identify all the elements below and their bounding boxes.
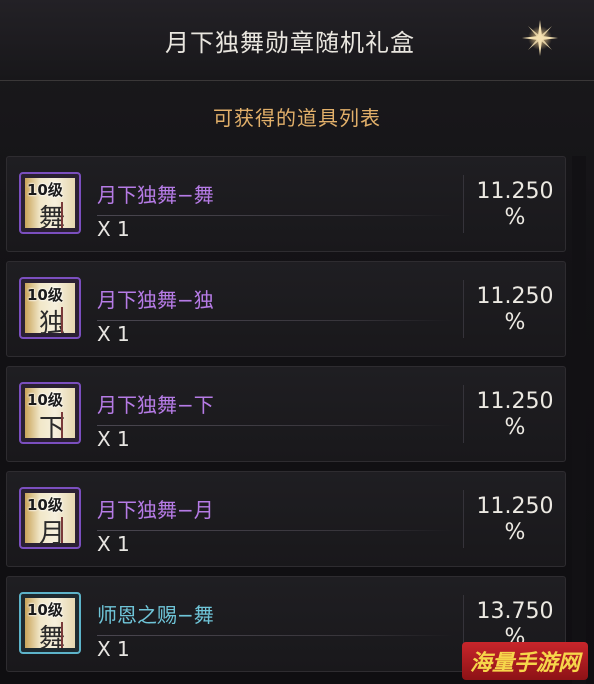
item-name: 师恩之赐−舞 bbox=[97, 603, 214, 627]
item-divider-line bbox=[97, 530, 453, 531]
medal-scroll-icon: 10级 舞 bbox=[25, 178, 75, 232]
item-icon[interactable]: 10级 下 bbox=[19, 382, 81, 444]
probability-value: 11.250 bbox=[476, 389, 554, 414]
probability-value: 11.250 bbox=[476, 284, 554, 309]
item-quantity: X 1 bbox=[97, 532, 130, 556]
probability-value: 11.250 bbox=[476, 494, 554, 519]
item-list-header: 可获得的道具列表 bbox=[0, 80, 594, 152]
item-name: 月下独舞−独 bbox=[97, 288, 214, 312]
flower-stem-icon bbox=[61, 307, 63, 333]
reward-item[interactable]: 10级 月 月下独舞−月 X 1 11.250 % bbox=[6, 471, 566, 567]
item-divider-line bbox=[97, 635, 453, 636]
reward-item-list: 10级 舞 月下独舞−舞 X 1 11.250 % 10级 独 月下独舞−独 X… bbox=[6, 156, 566, 681]
item-list-header-label: 可获得的道具列表 bbox=[213, 105, 381, 130]
probability-unit: % bbox=[504, 205, 526, 230]
probability-unit: % bbox=[504, 310, 526, 335]
item-divider-line bbox=[97, 320, 453, 321]
medal-scroll-icon: 10级 下 bbox=[25, 388, 75, 442]
item-icon[interactable]: 10级 独 bbox=[19, 277, 81, 339]
reward-item[interactable]: 10级 舞 月下独舞−舞 X 1 11.250 % bbox=[6, 156, 566, 252]
close-star-icon bbox=[522, 20, 558, 56]
item-probability: 11.250 % bbox=[465, 494, 565, 546]
column-divider bbox=[463, 490, 464, 548]
medal-scroll-icon: 10级 月 bbox=[25, 493, 75, 547]
item-quantity: X 1 bbox=[97, 322, 130, 346]
item-quantity: X 1 bbox=[97, 637, 130, 661]
item-level-badge: 10级 bbox=[27, 601, 63, 619]
close-button[interactable] bbox=[520, 18, 560, 58]
medal-scroll-icon: 10级 独 bbox=[25, 283, 75, 337]
reward-item[interactable]: 10级 独 月下独舞−独 X 1 11.250 % bbox=[6, 261, 566, 357]
reward-item[interactable]: 10级 下 月下独舞−下 X 1 11.250 % bbox=[6, 366, 566, 462]
item-probability: 11.250 % bbox=[465, 389, 565, 441]
medal-scroll-icon: 10级 舞 bbox=[25, 598, 75, 652]
item-level-badge: 10级 bbox=[27, 496, 63, 514]
item-name: 月下独舞−下 bbox=[97, 393, 214, 417]
item-level-badge: 10级 bbox=[27, 391, 63, 409]
item-probability: 11.250 % bbox=[465, 179, 565, 231]
probability-unit: % bbox=[504, 415, 526, 440]
item-level-badge: 10级 bbox=[27, 286, 63, 304]
probability-value: 11.250 bbox=[476, 179, 554, 204]
item-icon[interactable]: 10级 舞 bbox=[19, 592, 81, 654]
title-bar: 月下独舞勋章随机礼盒 bbox=[0, 0, 594, 81]
item-level-badge: 10级 bbox=[27, 181, 63, 199]
probability-unit: % bbox=[504, 520, 526, 545]
item-quantity: X 1 bbox=[97, 217, 130, 241]
gift-box-window: 月下独舞勋章随机礼盒 可获得的道具列表 10级 舞 月下独舞−舞 X 1 11.… bbox=[0, 0, 594, 684]
probability-value: 13.750 bbox=[476, 599, 554, 624]
column-divider bbox=[463, 385, 464, 443]
column-divider bbox=[463, 175, 464, 233]
flower-stem-icon bbox=[61, 202, 63, 228]
flower-stem-icon bbox=[61, 412, 63, 438]
item-name: 月下独舞−月 bbox=[97, 498, 214, 522]
item-divider-line bbox=[97, 215, 453, 216]
item-divider-line bbox=[97, 425, 453, 426]
site-watermark: 海量手游网 bbox=[461, 642, 588, 680]
item-quantity: X 1 bbox=[97, 427, 130, 451]
item-name: 月下独舞−舞 bbox=[97, 183, 214, 207]
flower-stem-icon bbox=[61, 622, 63, 648]
item-icon[interactable]: 10级 舞 bbox=[19, 172, 81, 234]
flower-stem-icon bbox=[61, 517, 63, 543]
window-title: 月下独舞勋章随机礼盒 bbox=[165, 28, 415, 57]
item-probability: 11.250 % bbox=[465, 284, 565, 336]
item-icon[interactable]: 10级 月 bbox=[19, 487, 81, 549]
column-divider bbox=[463, 280, 464, 338]
list-scrollbar[interactable] bbox=[572, 156, 586, 684]
